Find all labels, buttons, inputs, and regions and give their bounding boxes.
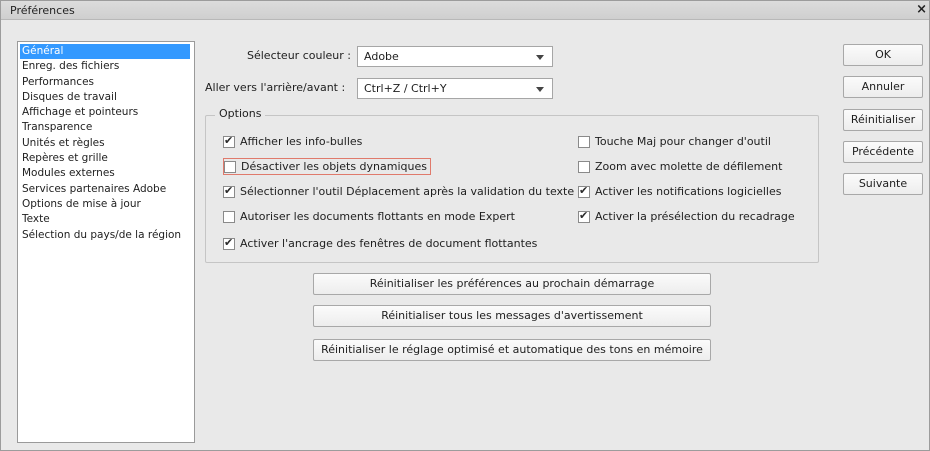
sidebar-item-units-rulers[interactable]: Unités et règles (20, 136, 194, 151)
checkbox-label: Activer la présélection du recadrage (595, 210, 795, 223)
chevron-down-icon (536, 55, 544, 60)
checkbox-disable-smart-objects[interactable]: Désactiver les objets dynamiques (223, 158, 431, 175)
reset-tone-memory-button[interactable]: Réinitialiser le réglage optimisé et aut… (313, 339, 711, 361)
sidebar-item-display-cursors[interactable]: Affichage et pointeurs (20, 105, 194, 120)
undo-redo-dropdown[interactable]: Ctrl+Z / Ctrl+Y (357, 78, 553, 99)
checkbox-label: Sélectionner l'outil Déplacement après l… (240, 185, 575, 198)
reset-warnings-button[interactable]: Réinitialiser tous les messages d'averti… (313, 305, 711, 327)
color-picker-value: Adobe (364, 50, 399, 63)
sidebar-item-guides-grid[interactable]: Repères et grille (20, 151, 194, 166)
title-bar: Préférences × (1, 1, 929, 20)
sidebar-item-file-saving[interactable]: Enreg. des fichiers (20, 59, 194, 74)
checkbox-label: Autoriser les documents flottants en mod… (240, 210, 515, 223)
checkbox-software-notifications[interactable]: Activer les notifications logicielles (578, 184, 782, 198)
checkbox-icon (578, 135, 590, 148)
sidebar-item-transparency[interactable]: Transparence (20, 120, 194, 135)
window-title: Préférences (10, 4, 75, 17)
reset-button[interactable]: Réinitialiser (843, 109, 923, 131)
preferences-dialog: Préférences × Général Enreg. des fichier… (0, 0, 930, 451)
sidebar-item-type[interactable]: Texte (20, 212, 194, 227)
checkbox-label: Désactiver les objets dynamiques (241, 160, 427, 173)
undo-redo-label: Aller vers l'arrière/avant : (205, 81, 346, 94)
sidebar-item-update-options[interactable]: Options de mise à jour (20, 197, 194, 212)
sidebar-item-plugins[interactable]: Modules externes (20, 166, 194, 181)
category-list: Général Enreg. des fichiers Performances… (17, 41, 195, 443)
checkbox-select-move-tool[interactable]: Sélectionner l'outil Déplacement après l… (223, 184, 575, 198)
previous-button[interactable]: Précédente (843, 141, 923, 163)
checkbox-label: Activer les notifications logicielles (595, 185, 782, 198)
sidebar-item-scratch-disks[interactable]: Disques de travail (20, 90, 194, 105)
color-picker-label: Sélecteur couleur : (247, 49, 351, 62)
checkbox-icon (578, 209, 590, 223)
ok-button[interactable]: OK (843, 44, 923, 66)
sidebar-item-adobe-partner-services[interactable]: Services partenaires Adobe (20, 182, 194, 197)
reset-preferences-button[interactable]: Réinitialiser les préférences au prochai… (313, 273, 711, 295)
undo-redo-value: Ctrl+Z / Ctrl+Y (364, 82, 447, 95)
checkbox-icon (223, 210, 235, 223)
options-group-title: Options (215, 107, 266, 120)
checkbox-label: Touche Maj pour changer d'outil (595, 135, 771, 148)
checkbox-icon (578, 184, 590, 198)
checkbox-floating-docs-expert[interactable]: Autoriser les documents flottants en mod… (223, 210, 515, 223)
checkbox-icon (223, 134, 235, 148)
chevron-down-icon (536, 87, 544, 92)
close-icon[interactable]: × (916, 2, 927, 17)
checkbox-icon (223, 236, 235, 250)
color-picker-dropdown[interactable]: Adobe (357, 46, 553, 67)
cancel-button[interactable]: Annuler (843, 76, 923, 98)
checkbox-icon (578, 160, 590, 173)
checkbox-zoom-scroll-wheel[interactable]: Zoom avec molette de défilement (578, 160, 782, 173)
next-button[interactable]: Suivante (843, 173, 923, 195)
checkbox-label: Zoom avec molette de défilement (595, 160, 783, 173)
sidebar-item-general[interactable]: Général (20, 44, 190, 60)
checkbox-show-tooltips[interactable]: Afficher les info-bulles (223, 134, 363, 148)
checkbox-shift-tool-switch[interactable]: Touche Maj pour changer d'outil (578, 135, 771, 148)
checkbox-label: Activer l'ancrage des fenêtres de docume… (240, 237, 538, 250)
checkbox-docking-floating-windows[interactable]: Activer l'ancrage des fenêtres de docume… (223, 236, 538, 250)
checkbox-icon (223, 184, 235, 198)
sidebar-item-performance[interactable]: Performances (20, 75, 194, 90)
checkbox-label: Afficher les info-bulles (240, 135, 363, 148)
sidebar-item-country-region[interactable]: Sélection du pays/de la région (20, 228, 194, 243)
checkbox-icon (224, 160, 236, 173)
checkbox-crop-preselection[interactable]: Activer la présélection du recadrage (578, 209, 795, 223)
